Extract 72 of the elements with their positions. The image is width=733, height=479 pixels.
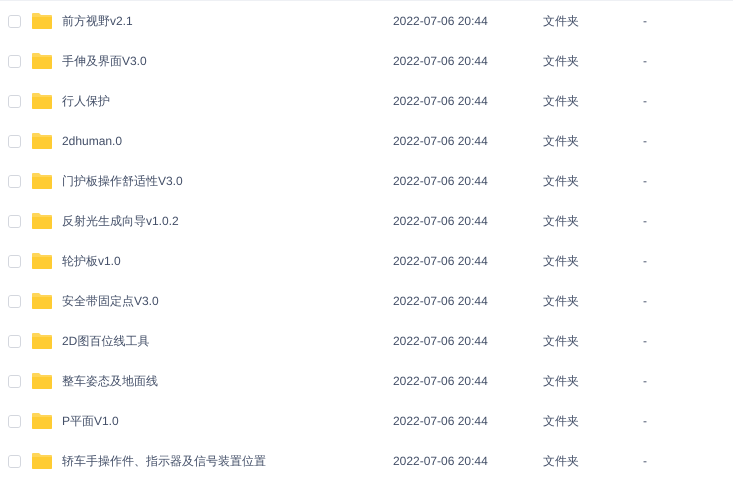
folder-name[interactable]: 手伸及界面V3.0 (62, 54, 147, 68)
file-type: 文件夹 (543, 94, 579, 108)
folder-name[interactable]: 安全带固定点V3.0 (62, 294, 159, 308)
modified-date: 2022-07-06 20:44 (393, 374, 488, 388)
modified-date: 2022-07-06 20:44 (393, 454, 488, 468)
folder-icon (32, 133, 52, 149)
folder-name[interactable]: 反射光生成向导v1.0.2 (62, 214, 179, 228)
modified-date: 2022-07-06 20:44 (393, 174, 488, 188)
file-type: 文件夹 (543, 14, 579, 28)
checkbox[interactable] (8, 174, 21, 188)
checkbox[interactable] (8, 54, 21, 68)
file-type: 文件夹 (543, 134, 579, 148)
file-size: - (643, 453, 647, 470)
file-type: 文件夹 (543, 454, 579, 468)
folder-icon (32, 453, 52, 469)
modified-date: 2022-07-06 20:44 (393, 414, 488, 428)
file-size: - (643, 373, 647, 390)
modified-date: 2022-07-06 20:44 (393, 14, 488, 28)
checkbox[interactable] (8, 454, 21, 468)
folder-name[interactable]: 轮护板v1.0 (62, 254, 121, 268)
file-type: 文件夹 (543, 294, 579, 308)
folder-icon (32, 53, 52, 69)
folder-name[interactable]: 轿车手操作件、指示器及信号装置位置 (62, 454, 266, 468)
modified-date: 2022-07-06 20:44 (393, 54, 488, 68)
folder-icon (32, 293, 52, 309)
file-size: - (643, 13, 647, 30)
file-type: 文件夹 (543, 414, 579, 428)
file-type: 文件夹 (543, 54, 579, 68)
file-size: - (643, 213, 647, 230)
folder-icon (32, 93, 52, 109)
file-type: 文件夹 (543, 374, 579, 388)
file-size: - (643, 293, 647, 310)
file-size: - (643, 413, 647, 430)
file-type: 文件夹 (543, 174, 579, 188)
folder-name[interactable]: 2dhuman.0 (62, 134, 122, 148)
folder-icon (32, 173, 52, 189)
modified-date: 2022-07-06 20:44 (393, 214, 488, 228)
folder-icon (32, 373, 52, 389)
file-type: 文件夹 (543, 254, 579, 268)
checkbox[interactable] (8, 294, 21, 308)
file-size: - (643, 173, 647, 190)
checkbox[interactable] (8, 414, 21, 428)
file-size: - (643, 253, 647, 270)
folder-name[interactable]: 前方视野v2.1 (62, 14, 133, 28)
folder-icon (32, 333, 52, 349)
folder-icon (32, 13, 52, 29)
folder-name[interactable]: 行人保护 (62, 94, 110, 108)
modified-date: 2022-07-06 20:44 (393, 94, 488, 108)
checkbox[interactable] (8, 254, 21, 268)
checkbox[interactable] (8, 374, 21, 388)
modified-date: 2022-07-06 20:44 (393, 134, 488, 148)
folder-icon (32, 213, 52, 229)
checkbox[interactable] (8, 134, 21, 148)
file-type: 文件夹 (543, 214, 579, 228)
checkbox[interactable] (8, 214, 21, 228)
file-size: - (643, 53, 647, 70)
folder-name[interactable]: 2D图百位线工具 (62, 334, 150, 348)
file-size: - (643, 93, 647, 110)
checkbox[interactable] (8, 14, 21, 28)
file-type: 文件夹 (543, 334, 579, 348)
modified-date: 2022-07-06 20:44 (393, 254, 488, 268)
folder-icon (32, 253, 52, 269)
file-size: - (643, 133, 647, 150)
folder-icon (32, 413, 52, 429)
file-size: - (643, 333, 647, 350)
folder-name[interactable]: 整车姿态及地面线 (62, 374, 158, 388)
folder-name[interactable]: P平面V1.0 (62, 414, 119, 428)
checkbox[interactable] (8, 334, 21, 348)
checkbox[interactable] (8, 94, 21, 108)
modified-date: 2022-07-06 20:44 (393, 294, 488, 308)
folder-name[interactable]: 门护板操作舒适性V3.0 (62, 174, 183, 188)
modified-date: 2022-07-06 20:44 (393, 334, 488, 348)
